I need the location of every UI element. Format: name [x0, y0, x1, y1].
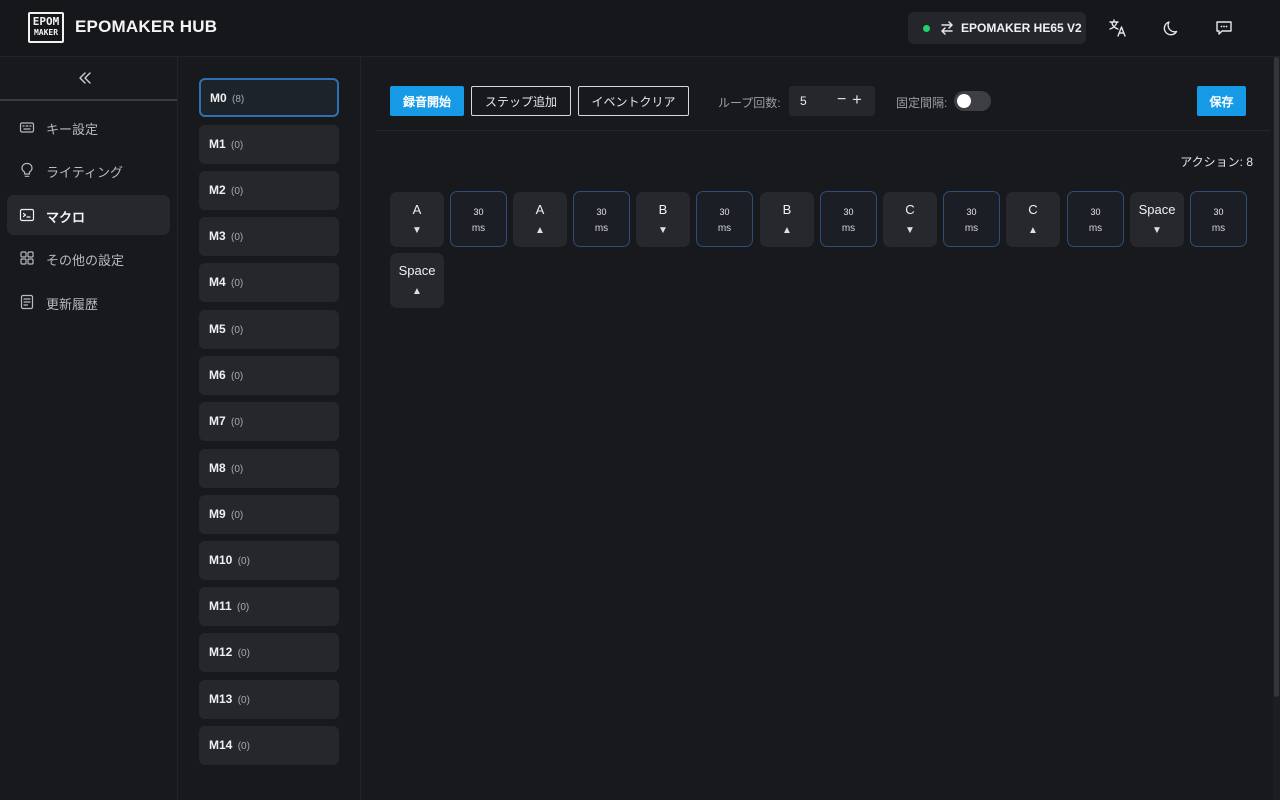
record-start-button[interactable]: 録音開始	[390, 86, 464, 116]
key-down-icon: ▼	[1152, 225, 1162, 236]
event-key-a-up[interactable]: A ▲	[513, 192, 567, 247]
event-delay[interactable]: 30 ms	[696, 191, 753, 247]
device-selector[interactable]: EPOMAKER HE65 V2	[908, 12, 1086, 44]
fixed-interval-toggle[interactable]	[954, 91, 991, 111]
swap-icon	[941, 21, 953, 35]
macro-item-m1[interactable]: M1 (0)	[199, 125, 339, 164]
fixed-interval-label: 固定間隔:	[896, 96, 948, 110]
decrement-button[interactable]: −	[837, 91, 846, 109]
macro-item-m7[interactable]: M7 (0)	[199, 402, 339, 441]
key-down-icon: ▼	[658, 225, 668, 236]
macro-list: M0 (8) M1 (0) M2 (0) M3 (0) M4 (0) M5 (0…	[178, 57, 361, 800]
macro-item-m12[interactable]: M12 (0)	[199, 633, 339, 672]
app-header: EPOM MAKER EPOMAKER HUB EPOMAKER HE65 V2	[0, 0, 1280, 57]
event-delay[interactable]: 30 ms	[573, 191, 630, 247]
key-up-icon: ▲	[782, 225, 792, 236]
sidebar-item-other-settings[interactable]: その他の設定	[7, 238, 170, 278]
increment-button[interactable]: +	[852, 90, 862, 110]
macro-item-m11[interactable]: M11 (0)	[199, 587, 339, 626]
event-delay[interactable]: 30 ms	[1067, 191, 1124, 247]
terminal-icon	[19, 208, 35, 222]
connection-status-dot	[923, 25, 930, 32]
app-title: EPOMAKER HUB	[75, 17, 218, 36]
add-step-button[interactable]: ステップ追加	[471, 86, 571, 116]
sidebar-item-key-settings[interactable]: キー設定	[7, 107, 170, 147]
macro-item-m14[interactable]: M14 (0)	[199, 726, 339, 765]
sidebar: キー設定 ライティング マクロ その他の設定 更新履歴	[0, 57, 178, 800]
action-count: アクション: 8	[1180, 155, 1253, 169]
epomaker-logo: EPOM MAKER	[28, 12, 64, 43]
key-down-icon: ▼	[412, 225, 422, 236]
event-key-b-up[interactable]: B ▲	[760, 192, 814, 247]
event-key-a-down[interactable]: A ▼	[390, 192, 444, 247]
event-delay[interactable]: 30 ms	[1190, 191, 1247, 247]
bulb-icon	[21, 162, 33, 177]
macro-item-m4[interactable]: M4 (0)	[199, 263, 339, 302]
event-key-c-up[interactable]: C ▲	[1006, 192, 1060, 247]
toggle-knob	[957, 94, 971, 108]
macro-item-m3[interactable]: M3 (0)	[199, 217, 339, 256]
grid-icon	[20, 251, 34, 265]
key-up-icon: ▲	[535, 225, 545, 236]
macro-item-m2[interactable]: M2 (0)	[199, 171, 339, 210]
event-key-space-down[interactable]: Space ▼	[1130, 192, 1184, 247]
loop-count-value[interactable]: 5	[800, 94, 807, 108]
macro-item-m5[interactable]: M5 (0)	[199, 310, 339, 349]
collapse-sidebar-icon[interactable]	[76, 69, 94, 87]
macro-item-m0[interactable]: M0 (8)	[199, 78, 339, 117]
sidebar-item-lighting[interactable]: ライティング	[7, 150, 170, 190]
sidebar-divider	[0, 99, 177, 101]
key-up-icon: ▲	[1028, 225, 1038, 236]
moon-icon[interactable]	[1162, 18, 1182, 38]
chat-icon[interactable]	[1214, 18, 1234, 38]
page-scrollbar[interactable]	[1273, 57, 1280, 800]
macro-item-m8[interactable]: M8 (0)	[199, 449, 339, 488]
key-down-icon: ▼	[905, 225, 915, 236]
keyboard-icon	[19, 122, 35, 133]
save-button[interactable]: 保存	[1197, 86, 1246, 116]
toolbar-divider	[376, 130, 1270, 131]
sidebar-item-update-history[interactable]: 更新履歴	[7, 282, 170, 322]
event-key-space-up[interactable]: Space ▲	[390, 253, 444, 308]
event-delay[interactable]: 30 ms	[450, 191, 507, 247]
clear-events-button[interactable]: イベントクリア	[578, 86, 689, 116]
event-key-b-down[interactable]: B ▼	[636, 192, 690, 247]
document-icon	[20, 294, 34, 310]
scrollbar-thumb[interactable]	[1274, 57, 1279, 697]
event-delay[interactable]: 30 ms	[943, 191, 1000, 247]
loop-count-label: ループ回数:	[718, 96, 781, 110]
macro-item-m10[interactable]: M10 (0)	[199, 541, 339, 580]
sidebar-item-macro[interactable]: マクロ	[7, 195, 170, 235]
key-up-icon: ▲	[412, 286, 422, 297]
macro-item-m6[interactable]: M6 (0)	[199, 356, 339, 395]
loop-count-stepper[interactable]: 5 − +	[789, 86, 875, 116]
macro-item-m9[interactable]: M9 (0)	[199, 495, 339, 534]
macro-item-m13[interactable]: M13 (0)	[199, 680, 339, 719]
translate-icon[interactable]	[1108, 18, 1128, 38]
device-name: EPOMAKER HE65 V2	[961, 21, 1082, 35]
event-key-c-down[interactable]: C ▼	[883, 192, 937, 247]
event-delay[interactable]: 30 ms	[820, 191, 877, 247]
